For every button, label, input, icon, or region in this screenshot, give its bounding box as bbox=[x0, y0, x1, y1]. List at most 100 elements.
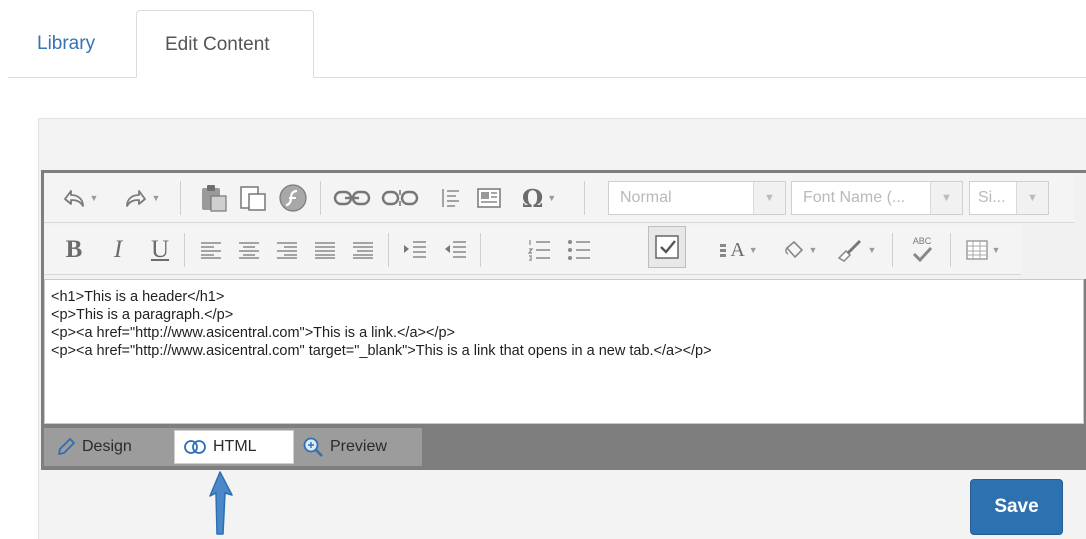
view-source-button[interactable] bbox=[648, 226, 686, 268]
toolbar-separator bbox=[584, 181, 585, 215]
save-button[interactable]: Save bbox=[970, 479, 1063, 535]
bulleted-list-icon bbox=[568, 240, 590, 260]
chevron-down-icon: ▼ bbox=[547, 193, 557, 203]
outdent-button[interactable] bbox=[438, 235, 472, 265]
align-right-icon bbox=[277, 242, 297, 259]
tab-library[interactable]: Library bbox=[37, 33, 95, 55]
justify-icon bbox=[315, 242, 335, 259]
preview-mode-tab[interactable]: Preview bbox=[302, 428, 387, 466]
insert-link-button[interactable] bbox=[330, 183, 374, 213]
align-full-button[interactable] bbox=[346, 235, 380, 265]
text-size-bars-icon bbox=[720, 244, 727, 257]
chevron-down-icon: ▼ bbox=[867, 245, 877, 255]
html-mode-label: HTML bbox=[213, 438, 257, 455]
special-character-button[interactable]: Ω ▼ bbox=[514, 181, 564, 215]
paragraph-format-button[interactable] bbox=[436, 183, 466, 213]
flash-button[interactable] bbox=[274, 181, 312, 215]
bold-button[interactable]: B bbox=[60, 235, 88, 265]
align-center-icon bbox=[239, 242, 259, 259]
paste-word-icon bbox=[240, 186, 266, 211]
pencil-icon bbox=[58, 438, 75, 455]
link-icon bbox=[333, 190, 371, 206]
spell-check-button[interactable]: ABC bbox=[902, 231, 942, 267]
paragraph-lines-icon bbox=[442, 189, 459, 207]
paste-button[interactable] bbox=[194, 181, 232, 215]
code-line: <h1>This is a header</h1> bbox=[51, 289, 225, 305]
html-source-textarea[interactable]: <h1>This is a header</h1> <p>This is a p… bbox=[44, 279, 1084, 424]
numbered-list-button[interactable] bbox=[522, 235, 556, 265]
tab-edit-content-label: Edit Content bbox=[165, 34, 270, 55]
paint-bucket-icon bbox=[784, 240, 803, 259]
design-mode-label: Design bbox=[82, 438, 132, 455]
editor-toolbar: ▼ ▼ Ω ▼ Normal ▼ Font Name (... ▼ Si... … bbox=[44, 173, 1086, 279]
editor-mode-bar: Design HTML Preview bbox=[44, 428, 422, 466]
align-full-icon bbox=[353, 242, 373, 259]
text-size-letter: A bbox=[730, 238, 745, 261]
toolbar-row-1: ▼ ▼ Ω ▼ Normal ▼ Font Name (... ▼ Si... … bbox=[44, 173, 1074, 223]
chevron-down-icon: ▼ bbox=[808, 245, 818, 255]
redo-dropdown-icon: ▼ bbox=[151, 193, 161, 203]
check-document-icon bbox=[655, 235, 679, 259]
spell-check-label: ABC bbox=[912, 236, 932, 246]
code-line: <p><a href="http://www.asicentral.com" t… bbox=[51, 343, 712, 359]
chevron-down-icon[interactable]: ▼ bbox=[930, 182, 962, 214]
toolbar-separator bbox=[184, 233, 185, 267]
remove-link-button[interactable] bbox=[378, 183, 422, 213]
text-size-button[interactable]: A ▼ bbox=[708, 235, 770, 265]
design-mode-tab[interactable]: Design bbox=[56, 428, 132, 466]
align-center-button[interactable] bbox=[232, 235, 266, 265]
indent-icon bbox=[404, 241, 426, 258]
align-left-button[interactable] bbox=[194, 235, 228, 265]
toolbar-separator bbox=[950, 233, 951, 267]
toolbar-separator bbox=[892, 233, 893, 267]
indent-button[interactable] bbox=[398, 235, 432, 265]
bulleted-list-button[interactable] bbox=[562, 235, 596, 265]
flash-icon bbox=[279, 184, 307, 212]
font-size-select-value: Si... bbox=[978, 189, 1006, 206]
undo-dropdown-icon: ▼ bbox=[89, 193, 99, 203]
redo-icon bbox=[125, 190, 146, 207]
paint-brush-icon bbox=[837, 239, 861, 262]
chevron-down-icon: ▼ bbox=[991, 245, 1001, 255]
code-line: <p><a href="http://www.asicentral.com">T… bbox=[51, 325, 456, 341]
chevron-down-icon[interactable]: ▼ bbox=[753, 182, 785, 214]
align-right-button[interactable] bbox=[270, 235, 304, 265]
toolbar-separator bbox=[480, 233, 481, 267]
magnifier-icon bbox=[303, 437, 323, 457]
italic-button[interactable]: I bbox=[104, 235, 132, 265]
background-color-button[interactable]: ▼ bbox=[774, 235, 826, 265]
toolbar-separator bbox=[320, 181, 321, 215]
spell-check-icon bbox=[912, 246, 933, 262]
paste-from-word-button[interactable] bbox=[234, 181, 272, 215]
unlink-icon bbox=[381, 190, 419, 206]
toolbar-separator bbox=[388, 233, 389, 267]
tab-bar: Library Edit Content bbox=[0, 0, 1086, 78]
font-size-select[interactable]: Si... ▼ bbox=[969, 181, 1049, 215]
undo-icon bbox=[63, 190, 84, 207]
format-select[interactable]: Normal ▼ bbox=[608, 181, 786, 215]
font-name-select[interactable]: Font Name (... ▼ bbox=[791, 181, 963, 215]
undo-button[interactable]: ▼ bbox=[58, 183, 102, 213]
format-select-value: Normal bbox=[620, 189, 672, 206]
numbered-list-icon bbox=[527, 240, 550, 261]
font-name-select-value: Font Name (... bbox=[803, 189, 906, 206]
align-left-icon bbox=[201, 242, 221, 259]
rich-text-editor: ▼ ▼ Ω ▼ Normal ▼ Font Name (... ▼ Si... … bbox=[41, 170, 1086, 470]
code-line: <p>This is a paragraph.</p> bbox=[51, 307, 234, 323]
annotation-arrow-icon bbox=[209, 471, 233, 535]
omega-icon: Ω bbox=[521, 183, 544, 213]
insert-table-button[interactable]: ▼ bbox=[958, 235, 1008, 265]
underline-button[interactable]: U bbox=[146, 235, 174, 265]
redo-button[interactable]: ▼ bbox=[120, 183, 164, 213]
html-mode-tab[interactable]: HTML bbox=[174, 430, 294, 464]
outdent-icon bbox=[445, 241, 466, 258]
template-icon bbox=[477, 188, 501, 208]
template-button[interactable] bbox=[472, 183, 506, 213]
paste-icon bbox=[202, 185, 227, 212]
chevron-down-icon: ▼ bbox=[748, 245, 758, 255]
format-painter-button[interactable]: ▼ bbox=[828, 235, 884, 265]
preview-mode-label: Preview bbox=[330, 438, 387, 455]
justify-button[interactable] bbox=[308, 235, 342, 265]
chevron-down-icon[interactable]: ▼ bbox=[1016, 182, 1048, 214]
tab-edit-content[interactable]: Edit Content bbox=[136, 10, 314, 78]
